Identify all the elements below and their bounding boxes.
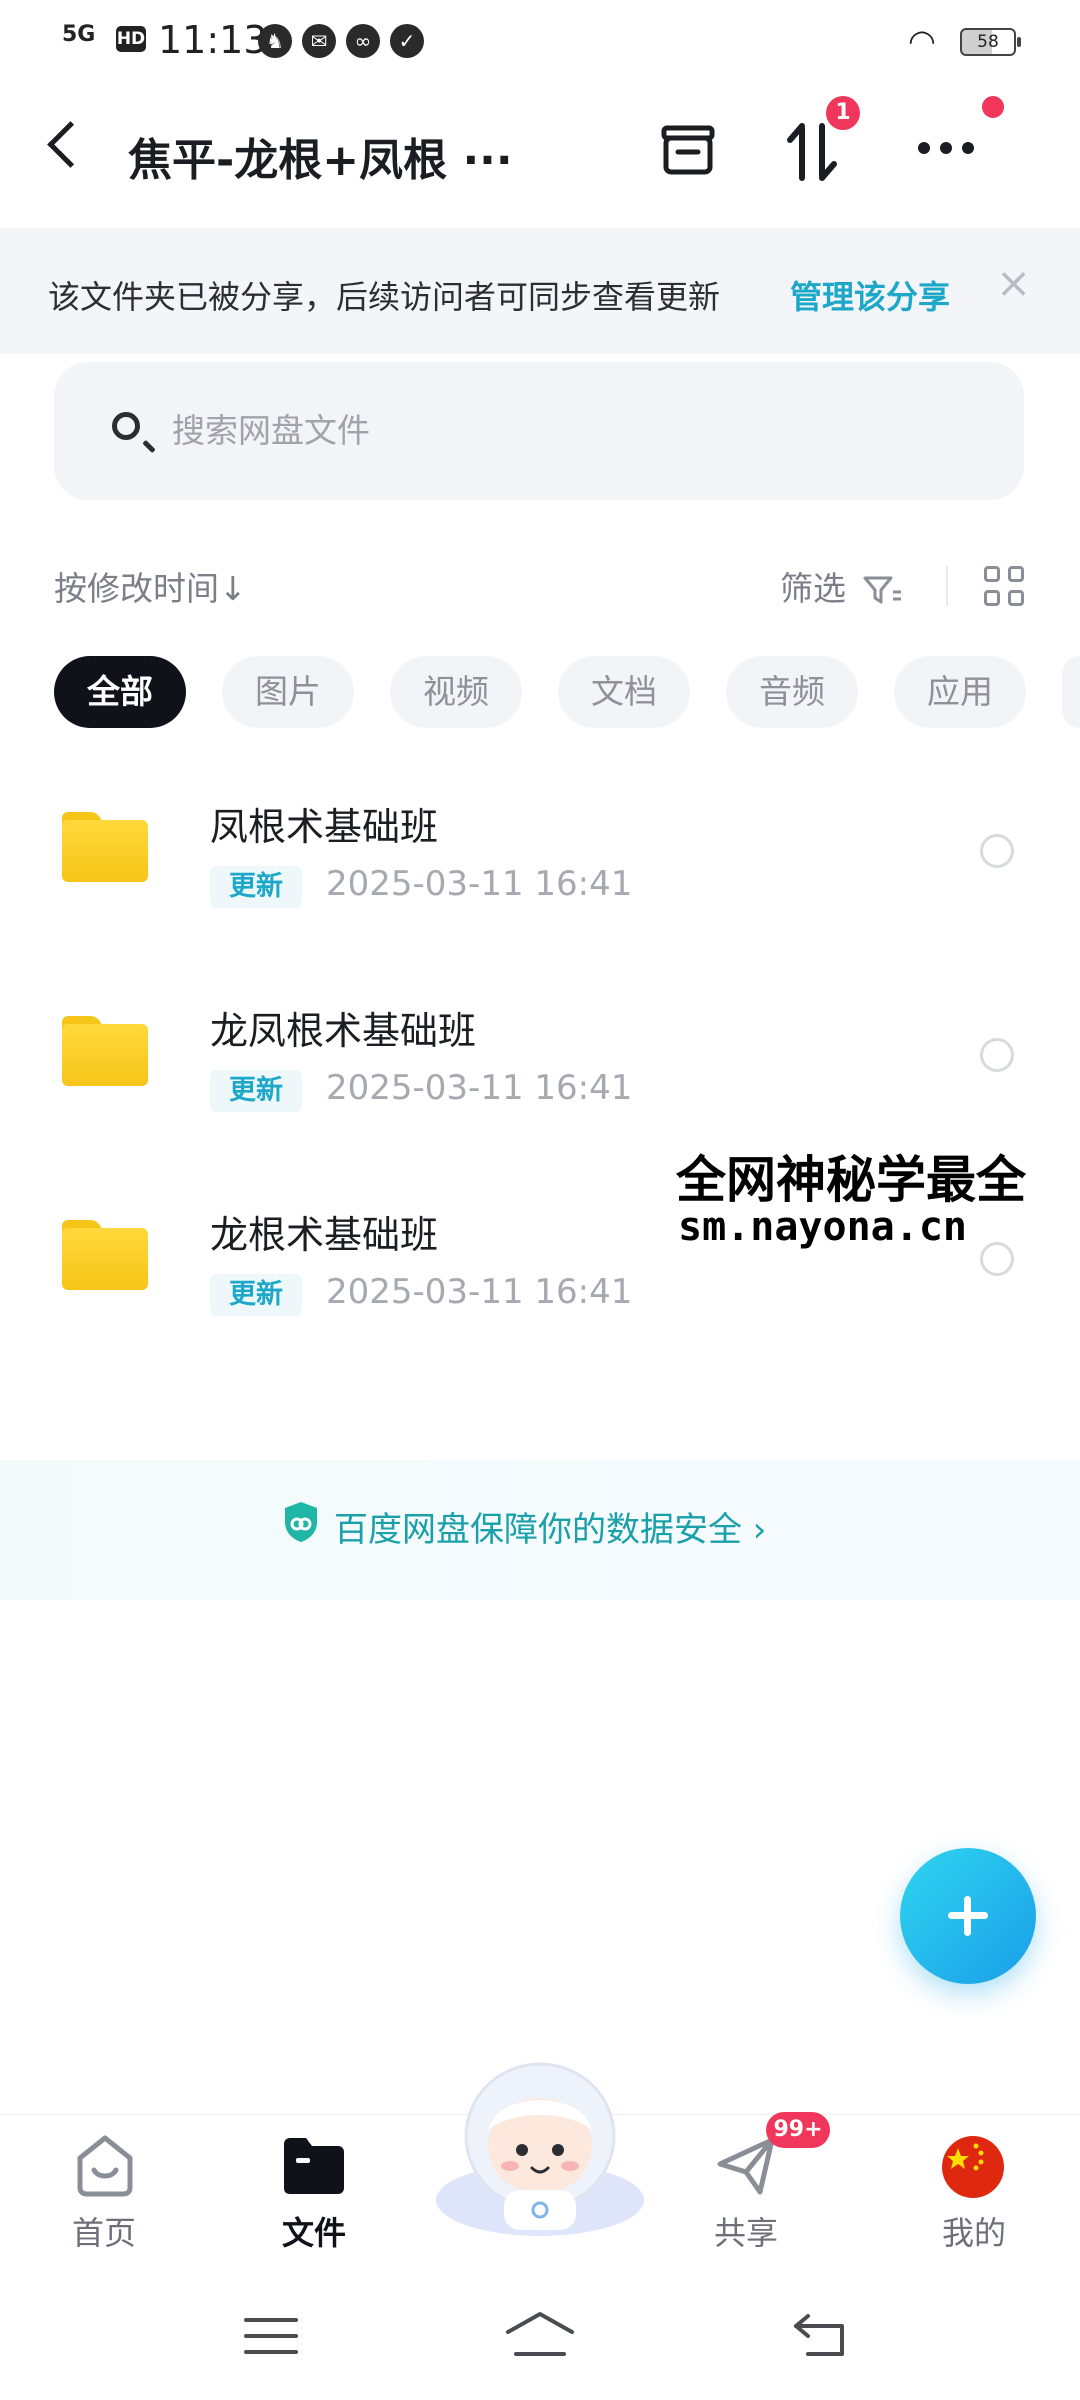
network-indicator: 5G bbox=[62, 22, 96, 47]
more-icon[interactable] bbox=[916, 140, 976, 156]
folder-icon bbox=[62, 1016, 148, 1086]
search-icon bbox=[112, 412, 140, 440]
share-badge: 99+ bbox=[766, 2112, 830, 2148]
menu-icon[interactable] bbox=[244, 2316, 298, 2356]
tab-audio[interactable]: 音频 bbox=[726, 656, 858, 728]
back-system-icon[interactable] bbox=[792, 2312, 848, 2358]
wifi-icon: ◠ bbox=[908, 22, 936, 60]
transfer-icon[interactable] bbox=[784, 120, 840, 184]
home-system-icon[interactable] bbox=[504, 2310, 576, 2360]
list-item[interactable]: 凤根术基础班 更新 2025-03-11 16:41 bbox=[0, 750, 1080, 950]
file-name: 龙根术基础班 bbox=[210, 1213, 439, 1257]
notification-dot bbox=[982, 96, 1004, 118]
tab-apps[interactable]: 应用 bbox=[894, 656, 1026, 728]
add-button[interactable] bbox=[900, 1848, 1036, 1984]
tab-all[interactable]: 全部 bbox=[54, 656, 186, 728]
battery-icon: 58 bbox=[960, 28, 1021, 56]
file-date: 2025-03-11 16:41 bbox=[326, 1068, 633, 1108]
back-icon[interactable] bbox=[47, 121, 94, 168]
transfer-badge: 1 bbox=[826, 96, 860, 130]
tab-images[interactable]: 图片 bbox=[222, 656, 354, 728]
file-name: 龙凤根术基础班 bbox=[210, 1009, 477, 1053]
nav-files-label[interactable]: 文件 bbox=[244, 2208, 384, 2254]
filter-icon bbox=[863, 576, 901, 604]
tab-more-edge[interactable] bbox=[1062, 656, 1080, 728]
watermark-title: 全网神秘学最全 bbox=[676, 1151, 1026, 1209]
files-icon[interactable] bbox=[280, 2136, 348, 2196]
nav-share-label[interactable]: 共享 bbox=[676, 2208, 816, 2254]
share-banner-text: 该文件夹已被分享，后续访问者可同步查看更新 bbox=[48, 278, 721, 316]
folder-icon bbox=[62, 812, 148, 882]
update-tag: 更新 bbox=[210, 1070, 302, 1112]
check-icon: ✓ bbox=[390, 24, 424, 58]
status-time: 11:13 bbox=[158, 18, 268, 62]
page-title: 焦平-龙根+凤根 ··· bbox=[128, 135, 513, 186]
folder-icon bbox=[62, 1220, 148, 1290]
sort-button[interactable]: 按修改时间↓ bbox=[54, 562, 247, 610]
update-tag: 更新 bbox=[210, 866, 302, 908]
status-bar: 5G HD 11:13 ♞ ✉ ∞ ✓ ◠ 58 bbox=[0, 0, 1080, 84]
manage-share-link[interactable]: 管理该分享 bbox=[790, 272, 950, 318]
nav-profile-label[interactable]: 我的 bbox=[904, 2208, 1044, 2254]
select-checkbox[interactable] bbox=[980, 834, 1014, 868]
toolbar-divider bbox=[946, 566, 948, 606]
mascot-avatar-icon[interactable] bbox=[428, 2050, 652, 2240]
tab-documents[interactable]: 文档 bbox=[558, 656, 690, 728]
filter-label: 筛选 bbox=[780, 569, 846, 608]
file-date: 2025-03-11 16:41 bbox=[326, 1272, 633, 1312]
profile-avatar-icon[interactable] bbox=[940, 2134, 1006, 2200]
grid-view-icon[interactable] bbox=[984, 566, 1026, 608]
watermark-url: sm.nayona.cn bbox=[678, 1204, 967, 1250]
security-text[interactable]: 百度网盘保障你的数据安全 › bbox=[334, 1502, 766, 1551]
list-item[interactable]: 龙凤根术基础班 更新 2025-03-11 16:41 bbox=[0, 954, 1080, 1154]
wechat-icon: ✉ bbox=[302, 24, 336, 58]
app-notification-icon: ♞ bbox=[258, 24, 292, 58]
archive-icon[interactable] bbox=[660, 120, 716, 180]
hd-icon: HD bbox=[116, 26, 146, 52]
filter-button[interactable]: 筛选 bbox=[780, 562, 903, 610]
search-input[interactable] bbox=[172, 402, 952, 458]
file-name: 凤根术基础班 bbox=[210, 805, 439, 849]
select-checkbox[interactable] bbox=[980, 1038, 1014, 1072]
link-icon: ∞ bbox=[346, 24, 380, 58]
home-icon[interactable] bbox=[72, 2132, 138, 2198]
select-checkbox[interactable] bbox=[980, 1242, 1014, 1276]
update-tag: 更新 bbox=[210, 1274, 302, 1316]
shield-icon bbox=[285, 1502, 317, 1542]
tab-videos[interactable]: 视频 bbox=[390, 656, 522, 728]
nav-home-label[interactable]: 首页 bbox=[34, 2208, 174, 2254]
close-icon[interactable]: × bbox=[996, 262, 1031, 304]
file-date: 2025-03-11 16:41 bbox=[326, 864, 633, 904]
